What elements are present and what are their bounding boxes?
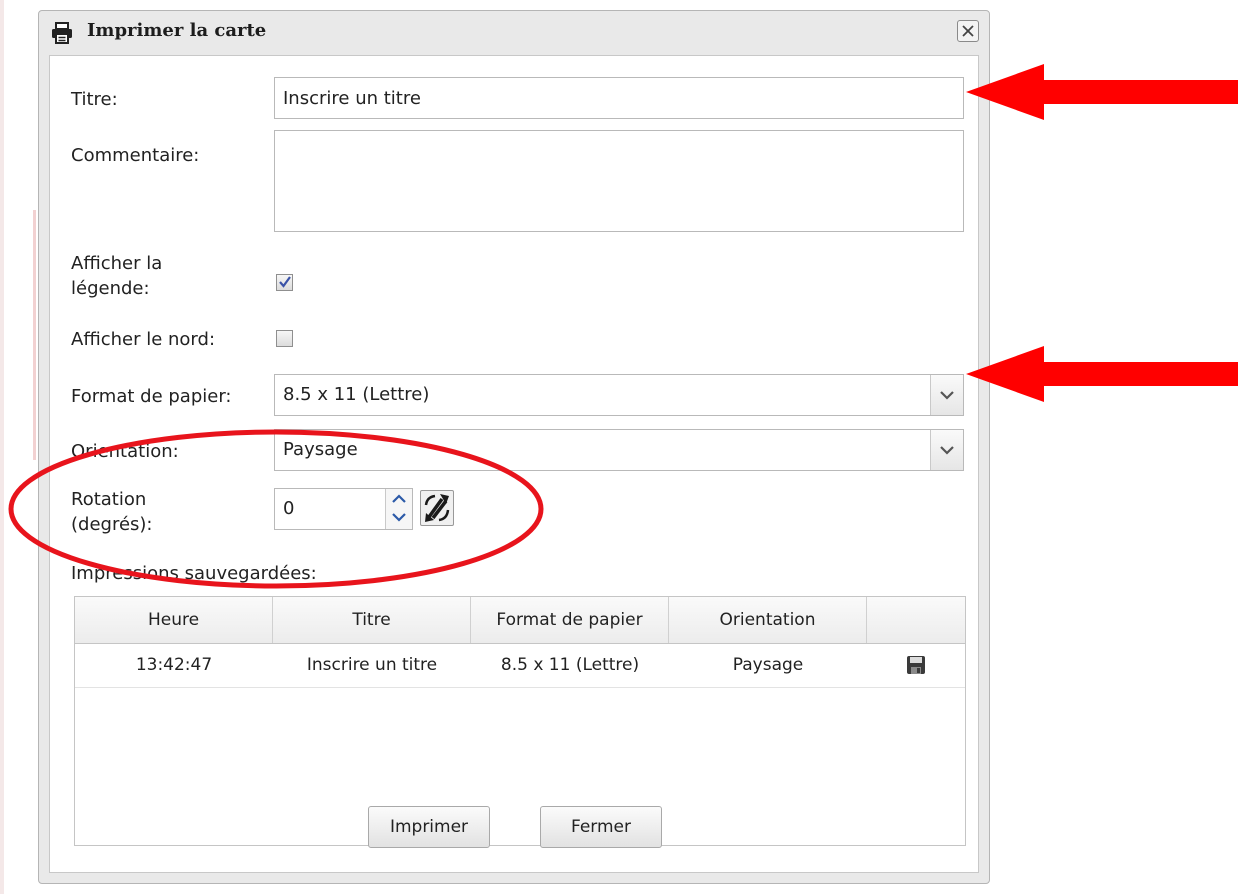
grid-header: Heure Titre Format de papier Orientation [75, 597, 965, 644]
rotation-spinner[interactable]: 0 [274, 488, 413, 530]
print-dialog: Imprimer la carte Titre: Commentaire: Af… [38, 10, 990, 884]
column-header-title[interactable]: Titre [273, 597, 471, 643]
column-header-action [867, 597, 965, 643]
red-arrow-paper-format [966, 346, 1238, 402]
rotate-map-button[interactable] [420, 490, 454, 526]
rotation-label-line1: Rotation [71, 489, 147, 510]
comment-textarea[interactable] [274, 130, 964, 232]
north-label: Afficher le nord: [71, 329, 216, 350]
legend-label-line2: légende: [71, 278, 150, 299]
orientation-dropdown[interactable] [930, 430, 963, 470]
show-north-checkbox[interactable] [276, 330, 293, 347]
printer-icon [51, 22, 73, 44]
left-edge-mark [33, 210, 36, 460]
rotation-label-line2: (degrés): [71, 514, 153, 535]
row-title: Inscrire un titre [306, 655, 438, 675]
chevron-down-icon[interactable] [392, 512, 406, 522]
orientation-select[interactable]: Paysage [274, 429, 964, 471]
show-legend-checkbox[interactable] [276, 274, 293, 291]
close-dialog-button[interactable] [957, 20, 979, 42]
column-header-orientation[interactable]: Orientation [669, 597, 867, 643]
rotate-icon [424, 494, 450, 522]
rotation-value: 0 [283, 498, 295, 519]
orientation-label: Orientation: [71, 441, 179, 462]
title-label: Titre: [71, 89, 118, 110]
left-edge [0, 0, 4, 894]
row-time: 13:42:47 [135, 655, 213, 675]
saved-prints-label: Impressions sauvegardées: [71, 563, 317, 584]
row-save-button[interactable] [867, 643, 965, 687]
comment-label: Commentaire: [71, 145, 200, 166]
checkmark-icon [279, 276, 291, 288]
red-arrow-title [966, 64, 1238, 120]
legend-label-line1: Afficher la [71, 253, 163, 274]
chevron-up-icon[interactable] [392, 494, 406, 504]
print-button[interactable]: Imprimer [368, 806, 490, 848]
close-icon [962, 25, 974, 37]
chevron-down-icon [940, 446, 954, 455]
rotation-spin-buttons [385, 489, 412, 529]
table-row[interactable]: 13:42:47 Inscrire un titre 8.5 x 11 (Let… [75, 643, 965, 688]
row-orientation: Paysage [732, 655, 804, 675]
paper-format-dropdown[interactable] [930, 375, 963, 415]
column-header-paper-format[interactable]: Format de papier [471, 597, 669, 643]
dialog-titlebar[interactable]: Imprimer la carte [39, 11, 989, 55]
orientation-value: Paysage [283, 439, 358, 460]
column-header-time[interactable]: Heure [75, 597, 273, 643]
title-input[interactable] [274, 77, 964, 119]
chevron-down-icon [940, 391, 954, 400]
paper-format-select[interactable]: 8.5 x 11 (Lettre) [274, 374, 964, 416]
dialog-body: Titre: Commentaire: Afficher la légende:… [49, 55, 979, 873]
row-paper-format: 8.5 x 11 (Lettre) [500, 655, 640, 675]
paper-format-label: Format de papier: [71, 386, 232, 407]
paper-format-value: 8.5 x 11 (Lettre) [283, 384, 430, 405]
saved-prints-grid: Heure Titre Format de papier Orientation… [74, 596, 966, 846]
save-icon [907, 656, 925, 674]
close-button[interactable]: Fermer [540, 806, 662, 848]
dialog-title: Imprimer la carte [87, 20, 267, 41]
